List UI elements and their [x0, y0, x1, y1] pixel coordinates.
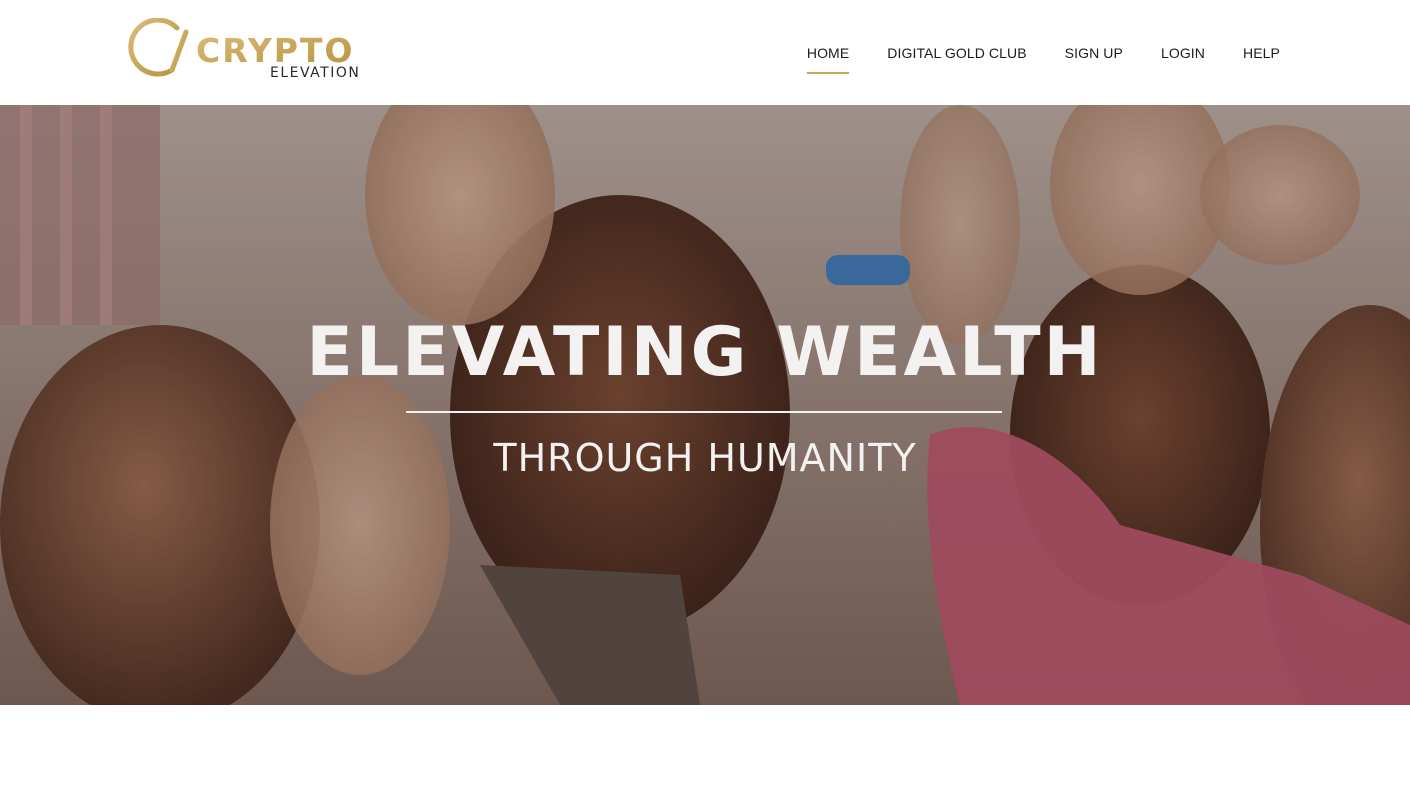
nav-sign-up-label: SIGN UP: [1064, 44, 1123, 61]
hero-overlay: [0, 105, 1410, 705]
hero-subtitle: THROUGH HUMANITY: [493, 436, 917, 480]
site-header: CRYPTO ELEVATION HOME DIGITAL GOLD CLUB …: [0, 0, 1410, 105]
crypto-elevation-logo[interactable]: CRYPTO ELEVATION: [128, 18, 388, 84]
logo-mark-icon: CRYPTO ELEVATION: [128, 18, 360, 81]
nav-digital-gold-club[interactable]: DIGITAL GOLD CLUB: [887, 0, 1026, 105]
content-area: [0, 705, 1410, 794]
hero-banner: ELEVATING WEALTH THROUGH HUMANITY: [0, 105, 1410, 705]
nav-login-label: LOGIN: [1160, 44, 1206, 61]
nav-login[interactable]: LOGIN: [1161, 0, 1205, 105]
active-indicator: [806, 72, 850, 74]
nav-home[interactable]: HOME: [806, 0, 850, 105]
main-nav: HOME DIGITAL GOLD CLUB SIGN UP LOGIN HEL…: [806, 0, 1280, 105]
nav-sign-up[interactable]: SIGN UP: [1065, 0, 1123, 105]
nav-help-label: HELP: [1243, 44, 1280, 61]
hero-title: ELEVATING WEALTH: [306, 313, 1104, 392]
logo-subword: ELEVATION: [270, 65, 360, 81]
hero-divider: [406, 411, 1002, 413]
nav-help[interactable]: HELP: [1243, 0, 1280, 105]
nav-home-label: HOME: [806, 44, 850, 61]
nav-digital-gold-club-label: DIGITAL GOLD CLUB: [887, 44, 1027, 61]
